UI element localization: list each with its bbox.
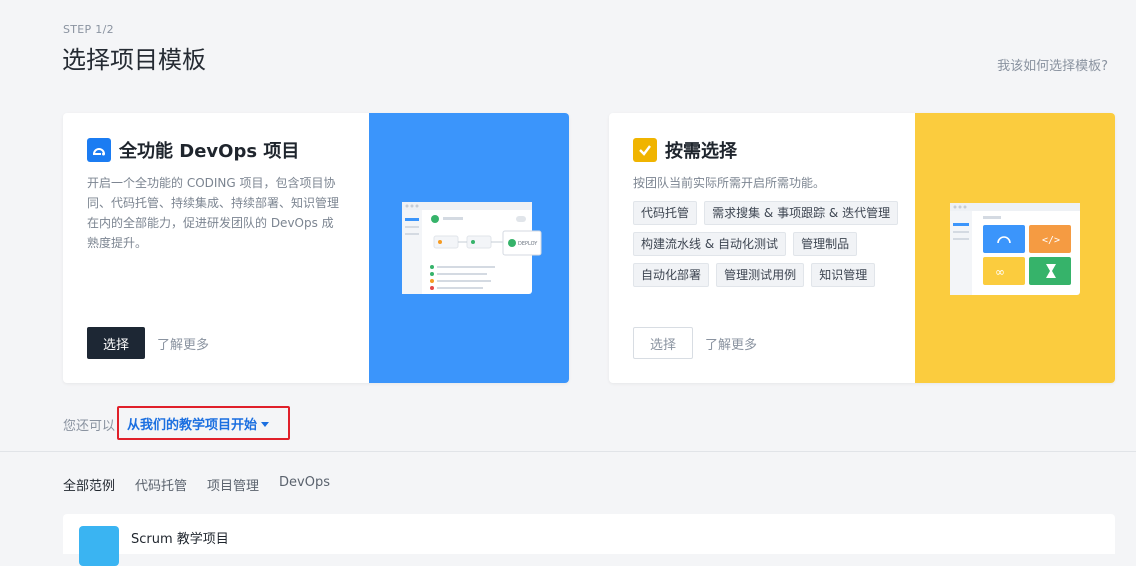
feature-tag[interactable]: 需求搜集 & 事项跟踪 & 迭代管理 (704, 201, 899, 225)
example-project-row[interactable]: Scrum 教学项目 (63, 514, 1115, 566)
modules-illustration: </> ∞ (950, 203, 1080, 295)
alt-prefix: 您还可以 (63, 419, 116, 434)
learn-more-link[interactable]: 了解更多 (705, 334, 757, 353)
card-full-devops: 全功能 DevOps 项目 开启一个全功能的 CODING 项目，包含项目协同、… (63, 113, 569, 383)
card-header: 按需选择 (633, 137, 737, 163)
help-link[interactable]: 我该如何选择模板? (997, 55, 1108, 74)
svg-text:∞: ∞ (995, 265, 1005, 279)
card-custom-select: 按需选择 按团队当前实际所需开启所需功能。 代码托管 需求搜集 & 事项跟踪 &… (609, 113, 1115, 383)
card-illustration-panel: </> ∞ (915, 113, 1115, 383)
project-icon (79, 526, 119, 566)
filter-tab-code[interactable]: 代码托管 (135, 475, 187, 494)
feature-tag[interactable]: 构建流水线 & 自动化测试 (633, 232, 786, 256)
filter-tab-project[interactable]: 项目管理 (207, 475, 259, 494)
devops-icon (87, 138, 111, 162)
pipeline-illustration: DEPLOY (402, 202, 542, 294)
card-header: 全功能 DevOps 项目 (87, 137, 299, 163)
feature-tags: 代码托管 需求搜集 & 事项跟踪 & 迭代管理 构建流水线 & 自动化测试 管理… (633, 201, 903, 294)
feature-tag[interactable]: 管理测试用例 (716, 263, 805, 287)
feature-tag[interactable]: 管理制品 (793, 232, 858, 256)
template-selection-area: STEP 1/2 选择项目模板 我该如何选择模板? 全功能 DevOps 项目 … (0, 0, 1136, 451)
select-button[interactable]: 选择 (633, 327, 694, 359)
feature-tag[interactable]: 代码托管 (633, 201, 698, 225)
card-description: 按团队当前实际所需开启所需功能。 (633, 176, 826, 190)
filter-tab-all[interactable]: 全部范例 (63, 475, 115, 494)
select-button[interactable]: 选择 (87, 327, 146, 359)
examples-section: 全部范例 代码托管 项目管理 DevOps Scrum 教学项目 (0, 451, 1136, 566)
feature-tag[interactable]: 知识管理 (811, 263, 876, 287)
check-icon (633, 138, 657, 162)
card-title: 全功能 DevOps 项目 (119, 141, 300, 162)
filter-tab-devops[interactable]: DevOps (279, 475, 330, 494)
page-title: 选择项目模板 (62, 46, 206, 74)
card-title: 按需选择 (665, 141, 737, 162)
learn-more-link[interactable]: 了解更多 (157, 334, 209, 353)
project-name: Scrum 教学项目 (131, 532, 229, 547)
example-filter-tabs: 全部范例 代码托管 项目管理 DevOps (63, 475, 350, 494)
deploy-label: DEPLOY (518, 241, 538, 247)
svg-text:</>: </> (1042, 235, 1060, 246)
step-indicator: STEP 1/2 (63, 23, 114, 36)
card-description: 开启一个全功能的 CODING 项目，包含项目协同、代码托管、持续集成、持续部署… (87, 176, 340, 250)
feature-tag[interactable]: 自动化部署 (633, 263, 710, 287)
tutorial-project-link[interactable]: 从我们的教学项目开始 (127, 414, 257, 433)
caret-down-icon (261, 421, 270, 427)
card-illustration-panel: DEPLOY (369, 113, 569, 383)
tutorial-project-dropdown[interactable]: 从我们的教学项目开始 (117, 406, 290, 440)
